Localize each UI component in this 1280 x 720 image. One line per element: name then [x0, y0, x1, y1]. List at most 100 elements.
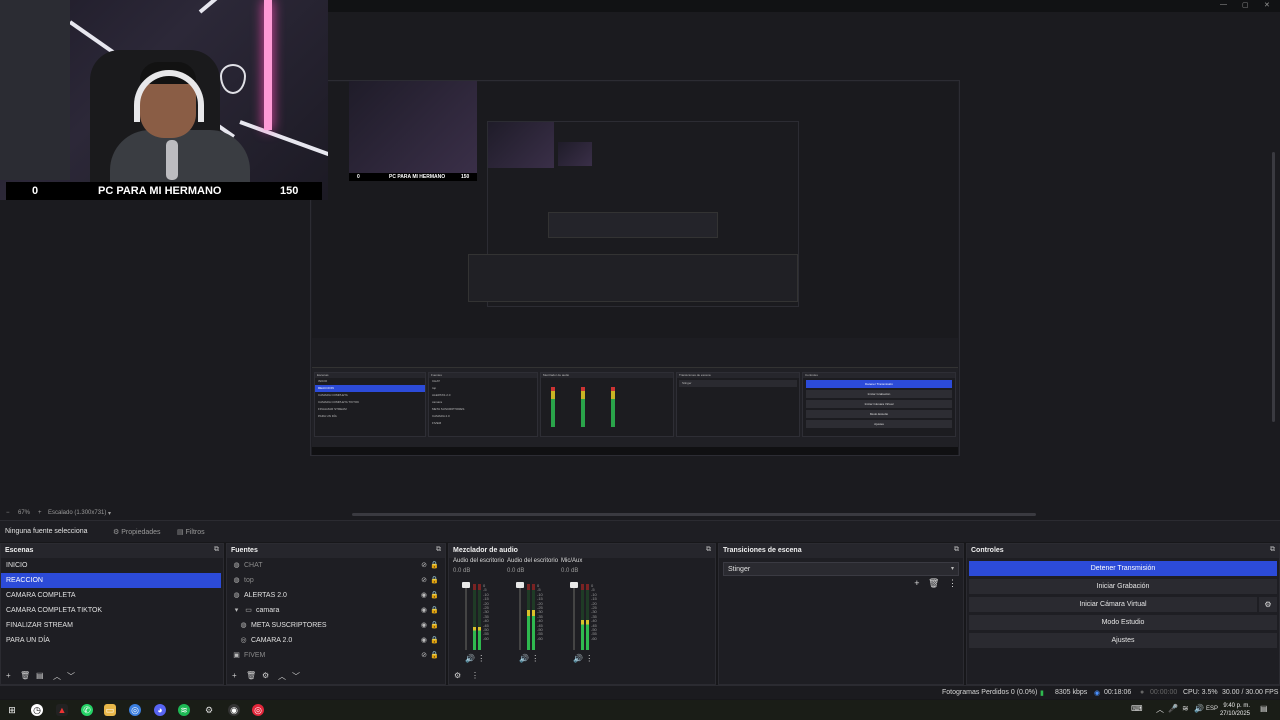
studio-mode-button[interactable]: Modo Estudio [969, 615, 1277, 630]
settings-button[interactable]: Ajustes [969, 633, 1277, 648]
chevron-down-icon[interactable]: ▾ [108, 510, 111, 517]
keyboard-icon[interactable]: ⌨ [1131, 704, 1143, 713]
wifi-icon[interactable]: ≋ [1182, 704, 1189, 713]
eye-hidden-icon[interactable]: ⊘ [421, 558, 427, 573]
lock-icon[interactable]: 🔒 [430, 573, 439, 588]
virtual-cam-settings-gear-icon[interactable]: ⚙ [1259, 597, 1277, 612]
trash-icon[interactable]: 🗑 [20, 671, 30, 680]
add-scene-icon[interactable]: + [6, 671, 11, 680]
gear-icon[interactable]: ⚙ [262, 671, 269, 680]
recorder-app-icon[interactable]: ◎ [252, 704, 264, 716]
dock-float-icon[interactable]: ⧉ [1270, 546, 1275, 554]
source-item[interactable]: ◎ CAMARA 2.0 ◉ 🔒 [227, 633, 445, 648]
dock-float-icon[interactable]: ⧉ [706, 546, 711, 554]
file-explorer-icon[interactable]: ▭ [104, 704, 116, 716]
eye-icon[interactable]: ◉ [421, 633, 427, 648]
spotify-icon[interactable]: ≋ [178, 704, 190, 716]
source-item[interactable]: ▣ FIVEM ⊘ 🔒 [227, 648, 445, 663]
properties-button[interactable]: ⚙ Propiedades [113, 528, 161, 536]
source-item[interactable]: ◍ META SUSCRIPTORES ◉ 🔒 [227, 618, 445, 633]
dock-float-icon[interactable]: ⧉ [214, 546, 219, 554]
close-button[interactable]: ✕ [1264, 1, 1270, 9]
eye-icon[interactable]: ◉ [421, 603, 427, 618]
lock-icon[interactable]: 🔒 [430, 648, 439, 663]
more-options-icon[interactable]: ⋮ [585, 654, 593, 663]
more-options-icon[interactable]: ⋮ [471, 671, 479, 680]
notification-icon[interactable]: ▤ [1260, 704, 1268, 713]
language-indicator[interactable]: ESP [1206, 706, 1218, 712]
speaker-icon[interactable]: 🔊 [519, 654, 529, 663]
scene-item[interactable]: CAMARA COMPLETA TIKTOK [1, 603, 223, 618]
maximize-button[interactable]: ▢ [1242, 1, 1249, 9]
trash-icon[interactable]: 🗑 [928, 578, 939, 588]
scene-item[interactable]: CAMARA COMPLETA [1, 588, 223, 603]
lock-icon[interactable]: 🔒 [430, 588, 439, 603]
eye-hidden-icon[interactable]: ⊘ [421, 648, 427, 663]
lock-icon[interactable]: 🔒 [430, 603, 439, 618]
preview-vertical-scrollbar[interactable] [1272, 152, 1275, 422]
speaker-icon[interactable]: 🔊 [573, 654, 583, 663]
obs-icon[interactable]: ◉ [228, 704, 240, 716]
discord-icon[interactable]: ◕ [154, 704, 166, 716]
more-options-icon[interactable]: ⋮ [948, 578, 957, 588]
steam-icon[interactable]: ⚙ [203, 704, 215, 716]
chrome-icon[interactable]: ◎ [129, 704, 141, 716]
volume-fader[interactable] [519, 584, 521, 650]
preview-canvas[interactable]: 0 PC PARA MI HERMANO 150 Escenas INICIO … [0, 0, 1280, 508]
scene-item[interactable]: FINALIZAR STREAM [1, 618, 223, 633]
move-up-icon[interactable]: ︿ [278, 671, 286, 682]
more-options-icon[interactable]: ⋮ [477, 654, 485, 663]
chevron-down-icon[interactable]: ▾ [232, 603, 241, 618]
preview-horizontal-scrollbar[interactable] [352, 513, 1036, 516]
mixer-settings-icon[interactable]: ⚙ [454, 671, 461, 680]
clock[interactable]: 9:40 p. m. 27/10/2025 [1220, 702, 1250, 718]
lock-icon[interactable]: 🔒 [430, 558, 439, 573]
game-launcher-icon[interactable]: ▲ [56, 704, 68, 716]
volume-fader-knob[interactable] [462, 582, 470, 588]
lock-icon[interactable]: 🔒 [430, 618, 439, 633]
volume-fader-knob[interactable] [570, 582, 578, 588]
scene-item[interactable]: PARA UN DÍA [1, 633, 223, 648]
lock-icon[interactable]: 🔒 [430, 633, 439, 648]
source-item[interactable]: ◍ ALERTAS 2.0 ◉ 🔒 [227, 588, 445, 603]
scene-item[interactable]: INICIO [1, 558, 223, 573]
stop-stream-button[interactable]: Detener Transmisión [969, 561, 1277, 576]
whatsapp-icon[interactable]: ✆ [81, 704, 93, 716]
trash-icon[interactable]: 🗑 [246, 671, 256, 680]
source-group[interactable]: ▾ ▭ camara ◉ 🔒 [227, 603, 445, 618]
filters-button[interactable]: ▤ Filtros [177, 528, 205, 536]
volume-icon[interactable]: 🔊 [1194, 704, 1204, 713]
transition-select[interactable]: Stinger ▾ [723, 562, 959, 576]
add-transition-icon[interactable]: + [914, 578, 919, 588]
eye-icon[interactable]: ◉ [421, 588, 427, 603]
minimize-button[interactable]: — [1220, 1, 1227, 8]
speaker-icon[interactable]: 🔊 [465, 654, 475, 663]
zoom-out-icon[interactable]: − [6, 510, 10, 516]
dock-float-icon[interactable]: ⧉ [436, 546, 441, 554]
source-item[interactable]: ◍ CHAT ⊘ 🔒 [227, 558, 445, 573]
start-recording-button[interactable]: Iniciar Grabación [969, 579, 1277, 594]
db-scale: 0 -5 -10 -15 -20 -25 -30 -35 -40 -45 -50 -55 -60 [537, 583, 543, 641]
volume-fader[interactable] [573, 584, 575, 650]
filter-icon[interactable]: ▤ [36, 671, 44, 680]
windows-start-icon[interactable]: ⊞ [6, 704, 18, 716]
scene-item-selected[interactable]: REACCION [1, 573, 221, 588]
move-up-icon[interactable]: ︿ [53, 671, 61, 682]
more-options-icon[interactable]: ⋮ [531, 654, 539, 663]
eye-icon[interactable]: ◉ [421, 618, 427, 633]
start-virtual-cam-button[interactable]: Iniciar Cámara Virtual ⚙ [969, 597, 1277, 612]
volume-fader[interactable] [465, 584, 467, 650]
clock-app-icon[interactable]: ◷ [31, 704, 43, 716]
dock-float-icon[interactable]: ⧉ [954, 546, 959, 554]
scale-mode[interactable]: Escalado (1.300x731) [48, 510, 106, 516]
eye-hidden-icon[interactable]: ⊘ [421, 573, 427, 588]
zoom-in-icon[interactable]: + [38, 510, 42, 516]
source-item[interactable]: ◍ top ⊘ 🔒 [227, 573, 445, 588]
move-down-icon[interactable]: ﹀ [292, 671, 300, 682]
volume-fader-knob[interactable] [516, 582, 524, 588]
move-down-icon[interactable]: ﹀ [67, 671, 75, 682]
add-source-icon[interactable]: + [232, 671, 237, 680]
mic-icon[interactable]: 🎤 [1168, 704, 1178, 713]
chevron-up-icon[interactable]: ︿ [1156, 704, 1164, 715]
webcam-feed [0, 0, 328, 200]
